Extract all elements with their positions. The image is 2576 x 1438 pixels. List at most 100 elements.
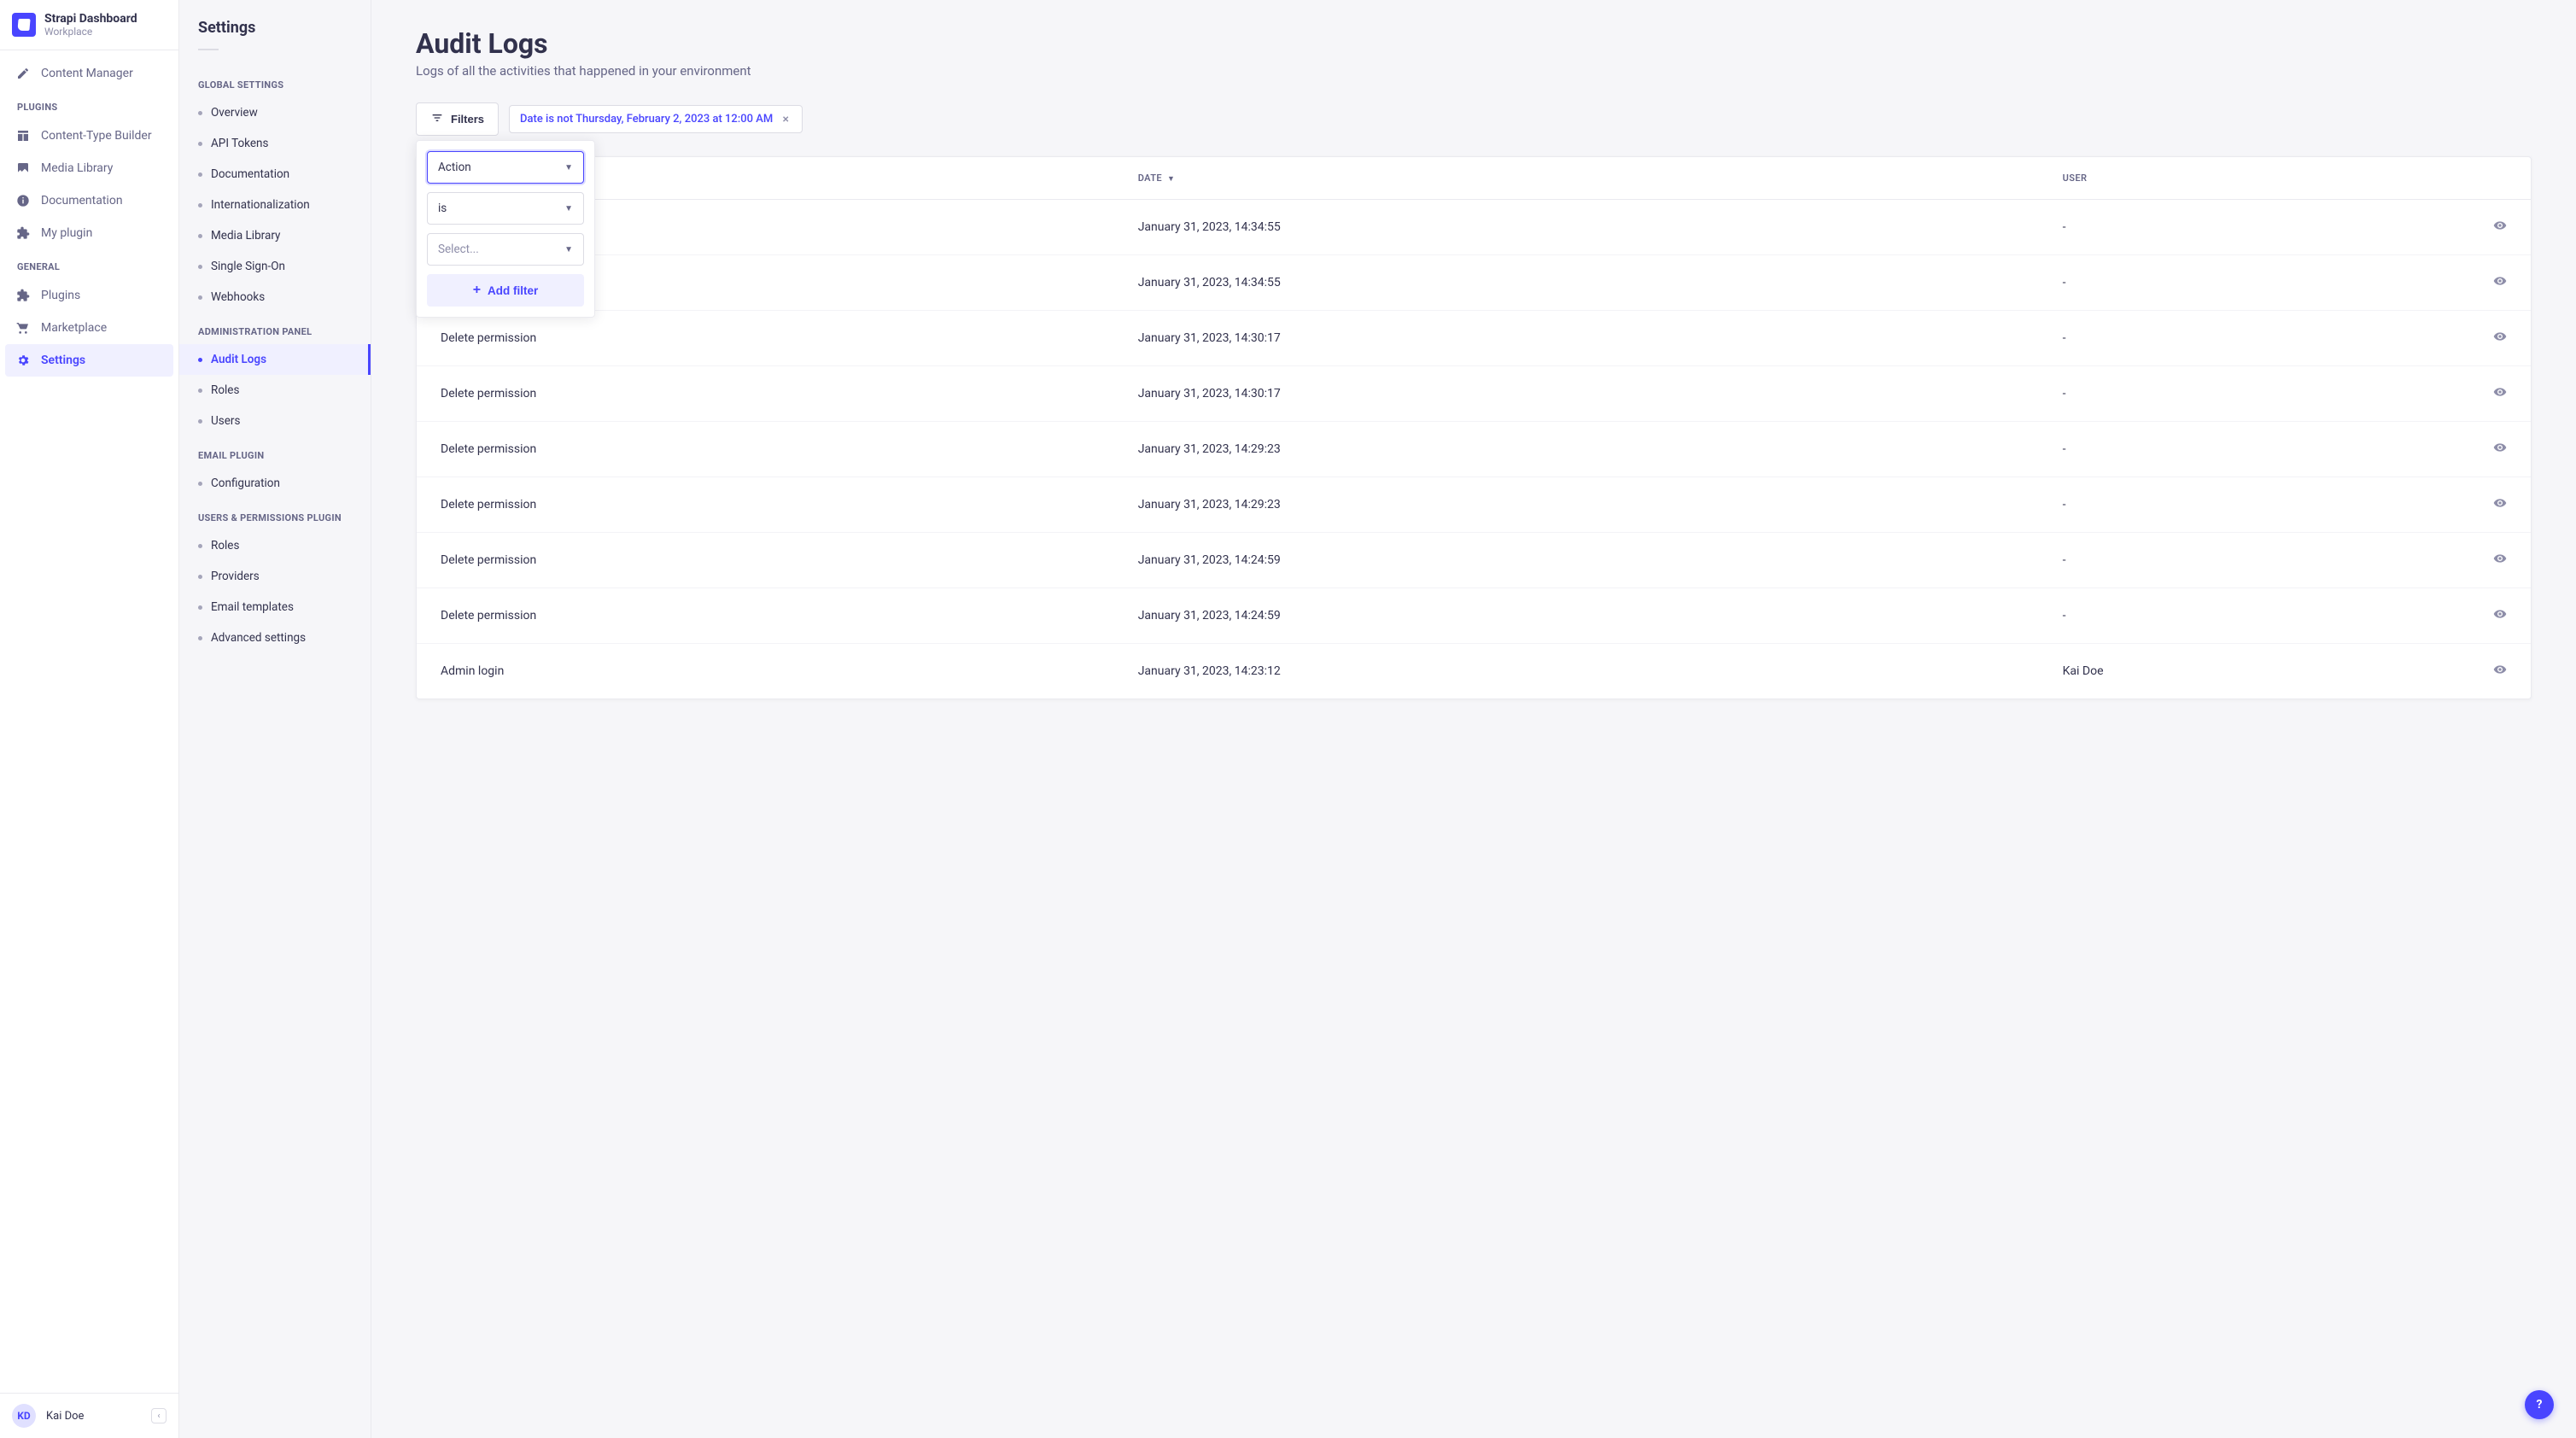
nav-item-documentation[interactable]: Documentation	[5, 184, 173, 217]
nav-item-label: Content Manager	[41, 67, 133, 80]
nav-item-settings[interactable]: Settings	[5, 344, 173, 377]
cart-icon	[15, 320, 31, 336]
caret-down-icon: ▼	[564, 245, 573, 254]
settings-item-label: Media Library	[211, 229, 280, 243]
settings-item-label: Webhooks	[211, 290, 265, 304]
page-subtitle: Logs of all the activities that happened…	[416, 63, 2532, 79]
cell-user: Kai Doe	[2039, 644, 2469, 699]
bullet-icon	[198, 482, 202, 486]
filters-button[interactable]: Filters	[416, 102, 499, 136]
settings-item-roles[interactable]: Roles	[179, 530, 371, 561]
settings-item-documentation[interactable]: Documentation	[179, 159, 371, 190]
bullet-icon	[198, 419, 202, 424]
audit-log-table-card: ACTIONDATE▼USER January 31, 2023, 14:34:…	[416, 156, 2532, 699]
audit-log-table: ACTIONDATE▼USER January 31, 2023, 14:34:…	[417, 157, 2531, 699]
nav-item-plugins[interactable]: Plugins	[5, 279, 173, 312]
view-icon[interactable]	[2493, 441, 2507, 454]
nav-item-content-manager[interactable]: Content Manager	[5, 57, 173, 90]
filter-icon	[430, 111, 444, 127]
cell-actions	[2469, 366, 2531, 422]
nav-item-content-type-builder[interactable]: Content-Type Builder	[5, 120, 173, 152]
add-filter-button-label: Add filter	[488, 284, 538, 297]
nav-item-label: My plugin	[41, 226, 92, 240]
brand-title: Strapi Dashboard	[44, 12, 137, 26]
nav-item-label: Marketplace	[41, 321, 107, 335]
cell-actions	[2469, 588, 2531, 644]
cell-date: January 31, 2023, 14:30:17	[1114, 311, 2039, 366]
add-filter-button[interactable]: + Add filter	[427, 274, 584, 307]
filter-field-select[interactable]: Action ▼	[427, 151, 584, 184]
bullet-icon	[198, 265, 202, 269]
nav-section-plugins-label: PLUGINS	[5, 90, 173, 120]
table-header-date[interactable]: DATE▼	[1114, 157, 2039, 200]
collapse-sidebar-button[interactable]: ‹	[151, 1408, 166, 1423]
layout-icon	[15, 128, 31, 143]
pencil-icon	[15, 66, 31, 81]
settings-item-email-templates[interactable]: Email templates	[179, 592, 371, 623]
settings-item-label: Email templates	[211, 600, 294, 614]
main-content: Audit Logs Logs of all the activities th…	[371, 0, 2576, 1438]
bullet-icon	[198, 358, 202, 362]
settings-item-providers[interactable]: Providers	[179, 561, 371, 592]
settings-item-webhooks[interactable]: Webhooks	[179, 282, 371, 313]
cell-user: -	[2039, 311, 2469, 366]
bullet-icon	[198, 142, 202, 146]
sort-desc-icon: ▼	[1167, 175, 1175, 184]
cell-user: -	[2039, 477, 2469, 533]
nav-item-marketplace[interactable]: Marketplace	[5, 312, 173, 344]
settings-item-audit-logs[interactable]: Audit Logs	[179, 344, 371, 375]
view-icon[interactable]	[2493, 219, 2507, 232]
settings-item-label: Single Sign-On	[211, 260, 285, 273]
settings-item-label: Audit Logs	[211, 353, 266, 366]
sidebar-footer: KD Kai Doe ‹	[0, 1393, 178, 1438]
table-row: Delete permissionJanuary 31, 2023, 14:30…	[417, 366, 2531, 422]
bullet-icon	[198, 575, 202, 579]
cell-actions	[2469, 255, 2531, 311]
filter-value-select[interactable]: Select... ▼	[427, 233, 584, 266]
filter-value-placeholder: Select...	[438, 243, 479, 256]
nav-item-my-plugin[interactable]: My plugin	[5, 217, 173, 249]
settings-item-api-tokens[interactable]: API Tokens	[179, 128, 371, 159]
settings-item-internationalization[interactable]: Internationalization	[179, 190, 371, 220]
settings-item-single-sign-on[interactable]: Single Sign-On	[179, 251, 371, 282]
settings-item-roles[interactable]: Roles	[179, 375, 371, 406]
bullet-icon	[198, 544, 202, 548]
filters-button-label: Filters	[451, 113, 484, 126]
settings-group-label: GLOBAL SETTINGS	[179, 66, 371, 97]
view-icon[interactable]	[2493, 385, 2507, 399]
settings-item-label: Providers	[211, 570, 260, 583]
settings-item-advanced-settings[interactable]: Advanced settings	[179, 623, 371, 653]
view-icon[interactable]	[2493, 663, 2507, 676]
remove-filter-icon[interactable]: ×	[780, 114, 791, 126]
avatar[interactable]: KD	[12, 1404, 36, 1428]
help-button[interactable]: ?	[2525, 1390, 2554, 1419]
cell-actions	[2469, 477, 2531, 533]
settings-item-label: Advanced settings	[211, 631, 306, 645]
cell-date: January 31, 2023, 14:29:23	[1114, 422, 2039, 477]
settings-item-users[interactable]: Users	[179, 406, 371, 436]
brand-subtitle: Workplace	[44, 26, 137, 38]
active-filter-chip[interactable]: Date is not Thursday, February 2, 2023 a…	[509, 105, 803, 133]
bullet-icon	[198, 234, 202, 238]
settings-item-label: API Tokens	[211, 137, 268, 150]
settings-item-overview[interactable]: Overview	[179, 97, 371, 128]
settings-item-media-library[interactable]: Media Library	[179, 220, 371, 251]
view-icon[interactable]	[2493, 552, 2507, 565]
filter-operator-select[interactable]: is ▼	[427, 192, 584, 225]
view-icon[interactable]	[2493, 274, 2507, 288]
view-icon[interactable]	[2493, 330, 2507, 343]
view-icon[interactable]	[2493, 607, 2507, 621]
nav-item-media-library[interactable]: Media Library	[5, 152, 173, 184]
cell-actions	[2469, 533, 2531, 588]
cell-user: -	[2039, 200, 2469, 255]
strapi-logo-icon	[12, 13, 36, 37]
bullet-icon	[198, 295, 202, 300]
landscape-icon	[15, 161, 31, 176]
view-icon[interactable]	[2493, 496, 2507, 510]
cell-actions	[2469, 311, 2531, 366]
cell-actions	[2469, 200, 2531, 255]
table-header-user[interactable]: USER	[2039, 157, 2469, 200]
settings-group-label: ADMINISTRATION PANEL	[179, 313, 371, 344]
primary-sidebar: Strapi Dashboard Workplace Content Manag…	[0, 0, 179, 1438]
settings-item-configuration[interactable]: Configuration	[179, 468, 371, 499]
